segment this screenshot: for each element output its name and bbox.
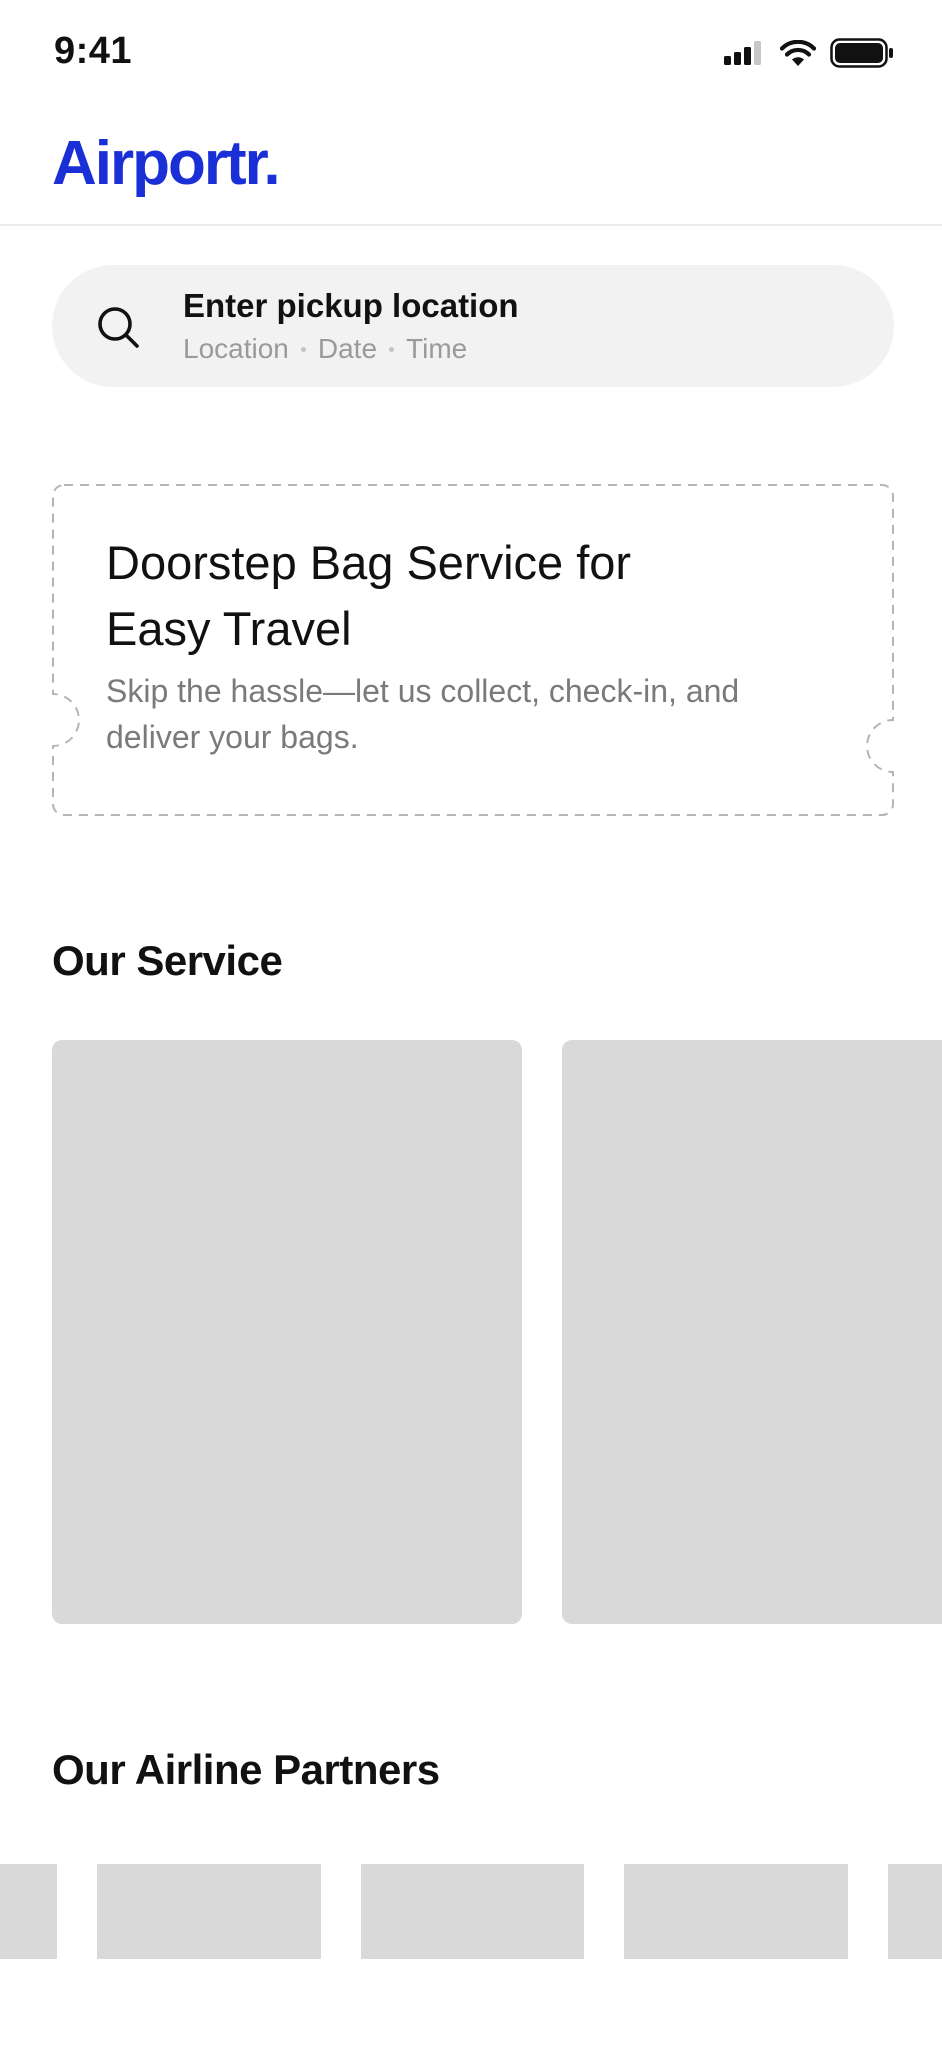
partners-heading: Our Airline Partners — [52, 1746, 440, 1793]
partner-logo[interactable] — [0, 1864, 57, 1959]
promo-title-line1: Doorstep Bag Service for — [106, 536, 632, 589]
status-bar: 9:41 — [0, 0, 942, 110]
service-card[interactable] — [52, 1040, 522, 1624]
partner-logo[interactable] — [624, 1864, 848, 1959]
cellular-signal-icon — [724, 41, 766, 70]
status-icons — [724, 38, 894, 73]
wifi-icon — [779, 39, 817, 72]
separator-dot — [300, 346, 306, 352]
brand-logo[interactable]: Airportr. — [52, 128, 281, 199]
search-meta: Location Date Time — [183, 333, 467, 365]
partner-logo[interactable] — [888, 1864, 942, 1959]
search-meta-date: Date — [317, 333, 378, 364]
status-time: 9:41 — [54, 30, 133, 72]
search-title: Enter pickup location — [183, 287, 519, 324]
services-heading: Our Service — [52, 937, 283, 984]
promo-description: Skip the hassle—let us collect, check-in… — [106, 673, 740, 755]
separator-dot — [389, 346, 395, 352]
promo-title: Doorstep Bag Service for Easy Travel — [106, 530, 746, 662]
service-card[interactable] — [562, 1040, 942, 1624]
battery-icon — [830, 38, 894, 73]
partner-logo[interactable] — [361, 1864, 584, 1959]
promo-card[interactable]: Doorstep Bag Service for Easy Travel Ski… — [52, 484, 894, 816]
search-meta-time: Time — [406, 333, 468, 364]
partner-logo[interactable] — [97, 1864, 321, 1959]
promo-title-line2: Easy Travel — [106, 602, 352, 655]
pickup-search-bar[interactable]: Enter pickup location Location Date Time — [52, 265, 894, 387]
search-icon — [94, 303, 142, 351]
app-header: Airportr. — [0, 110, 942, 226]
search-meta-location: Location — [183, 333, 289, 364]
